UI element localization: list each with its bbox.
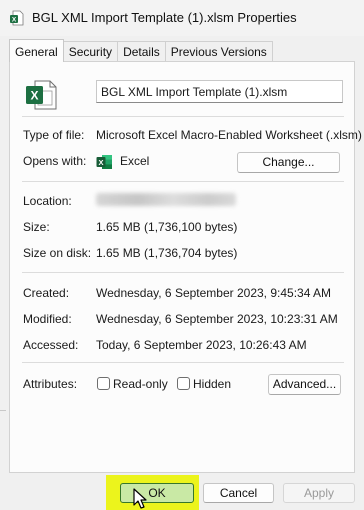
created-label: Created: [23, 286, 70, 300]
general-panel: X BGL XML Import Template (1).xlsm Type … [9, 61, 362, 473]
excel-file-icon: X [10, 10, 24, 26]
opens-with-value: Excel [120, 154, 150, 168]
svg-text:X: X [12, 17, 17, 24]
window-title: BGL XML Import Template (1).xlsm Propert… [32, 10, 297, 25]
location-label: Location: [23, 194, 72, 208]
modified-value: Wednesday, 6 September 2023, 10:23:31 AM [96, 312, 338, 326]
apply-button[interactable]: Apply [283, 483, 355, 503]
accessed-value: Today, 6 September 2023, 10:26:43 AM [96, 338, 307, 352]
attributes-label: Attributes: [23, 377, 78, 391]
title-bar: X BGL XML Import Template (1).xlsm Prope… [0, 0, 364, 36]
cancel-button[interactable]: Cancel [203, 483, 274, 503]
file-name-input[interactable]: BGL XML Import Template (1).xlsm [96, 80, 343, 103]
accessed-label: Accessed: [23, 338, 79, 352]
svg-text:X: X [98, 158, 103, 167]
change-button[interactable]: Change... [237, 152, 340, 173]
readonly-checkbox[interactable] [97, 377, 110, 390]
divider [22, 116, 344, 117]
tab-previous-versions[interactable]: Previous Versions [164, 41, 273, 62]
size-label: Size: [23, 220, 50, 234]
type-of-file-label: Type of file: [23, 128, 85, 142]
mouse-pointer-icon [133, 488, 147, 509]
divider [22, 272, 344, 273]
modified-label: Modified: [23, 312, 72, 326]
size-on-disk-label: Size on disk: [23, 246, 92, 260]
type-of-file-value: Microsoft Excel Macro-Enabled Worksheet … [96, 128, 362, 142]
tab-details[interactable]: Details [117, 41, 166, 62]
location-value-redacted [96, 193, 236, 206]
background-edge [0, 410, 6, 411]
advanced-button[interactable]: Advanced... [268, 374, 341, 395]
excel-app-icon: X [96, 155, 112, 169]
size-on-disk-value: 1.65 MB (1,736,704 bytes) [96, 246, 238, 260]
opens-with-label: Opens with: [23, 154, 87, 168]
divider [22, 362, 344, 363]
readonly-label[interactable]: Read-only [113, 377, 168, 391]
tab-strip: General Security Details Previous Versio… [9, 39, 273, 62]
excel-file-icon: X [26, 80, 57, 110]
created-value: Wednesday, 6 September 2023, 9:45:34 AM [96, 286, 332, 300]
hidden-label[interactable]: Hidden [193, 377, 231, 391]
divider [22, 181, 344, 182]
hidden-checkbox[interactable] [177, 377, 190, 390]
tab-general[interactable]: General [9, 39, 64, 62]
svg-text:X: X [30, 89, 38, 103]
size-value: 1.65 MB (1,736,100 bytes) [96, 220, 238, 234]
tab-security[interactable]: Security [62, 41, 119, 62]
